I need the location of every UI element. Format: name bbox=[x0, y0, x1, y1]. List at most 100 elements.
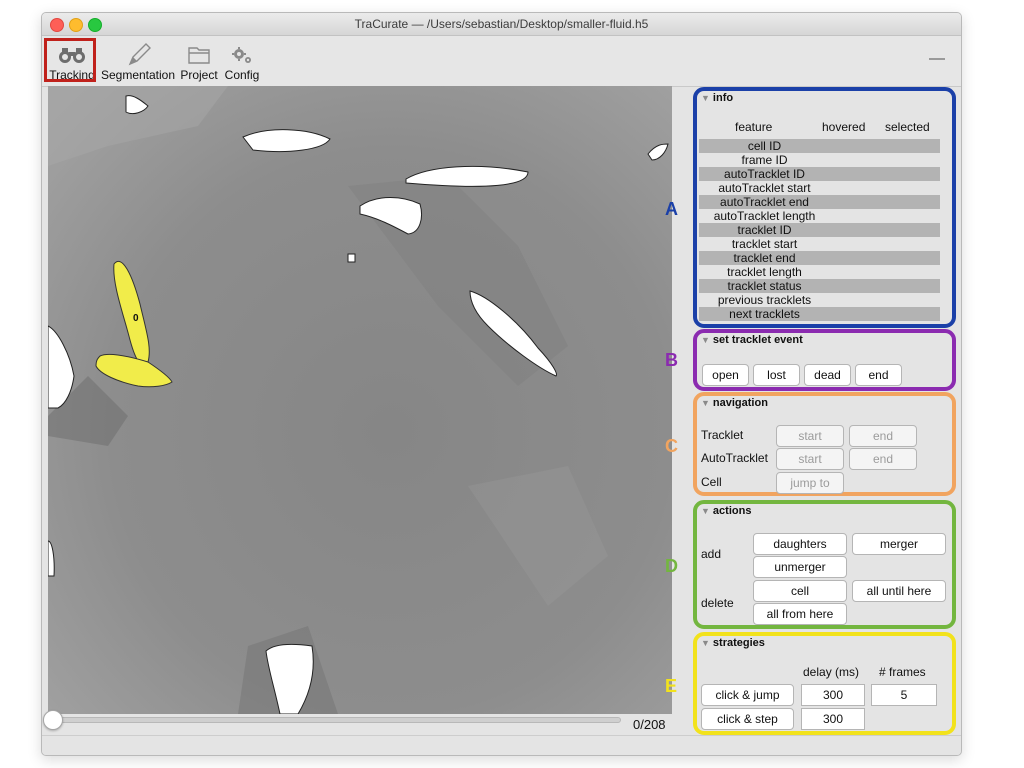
panel-letter-c: C bbox=[665, 436, 678, 456]
gears-icon bbox=[232, 47, 251, 63]
project-tab-label: Project bbox=[180, 68, 218, 82]
event-panel-title: set tracklet event bbox=[712, 334, 803, 346]
panel-letter-d: D bbox=[665, 556, 678, 576]
strategies-delay-header: delay (ms) bbox=[803, 665, 860, 679]
collapse-triangle-icon: ▼ bbox=[701, 93, 710, 103]
nav-autotracklet-start-button[interactable]: start bbox=[776, 448, 844, 470]
add-merger-button[interactable]: merger bbox=[852, 533, 946, 555]
toolbar: Tracking Segmentation Project Config bbox=[42, 36, 961, 87]
delete-all-from-here-button[interactable]: all from here bbox=[753, 603, 847, 625]
info-row: tracklet ID bbox=[699, 223, 940, 237]
config-tab-label: Config bbox=[224, 68, 260, 82]
info-row: tracklet status bbox=[699, 279, 940, 293]
collapse-triangle-icon: ▼ bbox=[701, 335, 710, 345]
info-row: autoTracklet end bbox=[699, 195, 940, 209]
info-row-label: autoTracklet start bbox=[718, 181, 811, 195]
info-row: tracklet end bbox=[699, 251, 940, 265]
frame-slider-knob[interactable] bbox=[43, 710, 63, 730]
delete-all-until-here-button[interactable]: all until here bbox=[852, 580, 946, 602]
nav-cell-jump-button[interactable]: jump to bbox=[776, 472, 844, 494]
collapse-triangle-icon: ▼ bbox=[701, 398, 710, 408]
info-panel-header[interactable]: ▼ info bbox=[701, 92, 733, 104]
image-canvas[interactable]: 0 bbox=[48, 86, 672, 714]
folder-icon bbox=[188, 47, 210, 64]
add-unmerger-button[interactable]: unmerger bbox=[753, 556, 847, 578]
strategies-panel-header[interactable]: ▼ strategies bbox=[701, 637, 765, 649]
navigation-panel-header[interactable]: ▼ navigation bbox=[701, 397, 768, 409]
frame-slider[interactable] bbox=[43, 710, 621, 730]
info-row-label: autoTracklet ID bbox=[724, 167, 805, 181]
actions-panel-header[interactable]: ▼ actions bbox=[701, 505, 751, 517]
jump-delay-input[interactable]: 300 bbox=[801, 684, 865, 706]
selected-cell-label: 0 bbox=[133, 313, 139, 324]
collapse-triangle-icon: ▼ bbox=[701, 506, 710, 516]
panel-letter-a: A bbox=[665, 199, 678, 219]
info-panel: ▼ info feature hovered selected cell ID f… bbox=[693, 87, 956, 328]
info-row-label: tracklet length bbox=[727, 265, 802, 279]
cell-outline bbox=[347, 253, 356, 263]
window-title: TraCurate — /Users/sebastian/Desktop/sma… bbox=[354, 17, 649, 31]
strategies-panel: ▼ strategies delay (ms) # frames click & … bbox=[693, 632, 956, 735]
actions-panel: ▼ actions add daughters merger unmerger d… bbox=[693, 500, 956, 629]
info-row: frame ID bbox=[699, 153, 940, 167]
info-row-label: tracklet status bbox=[727, 279, 802, 293]
delete-cell-button[interactable]: cell bbox=[753, 580, 847, 602]
strategies-panel-title: strategies bbox=[712, 637, 765, 649]
info-row-label: frame ID bbox=[741, 153, 788, 167]
project-tab[interactable]: Project bbox=[178, 38, 220, 84]
step-delay-input[interactable]: 300 bbox=[801, 708, 865, 730]
info-col-feature: feature bbox=[735, 120, 773, 134]
event-open-button[interactable]: open bbox=[702, 364, 749, 386]
nav-cell-label: Cell bbox=[701, 475, 722, 489]
info-row: tracklet length bbox=[699, 265, 940, 279]
event-lost-button[interactable]: lost bbox=[753, 364, 800, 386]
pencil-icon bbox=[128, 43, 151, 66]
info-row-label: tracklet end bbox=[733, 251, 796, 265]
nav-tracklet-end-button[interactable]: end bbox=[849, 425, 917, 447]
nav-autotracklet-label: AutoTracklet bbox=[701, 451, 768, 465]
actions-panel-title: actions bbox=[712, 505, 752, 517]
info-col-hovered: hovered bbox=[822, 120, 866, 134]
info-row: previous tracklets bbox=[699, 293, 940, 307]
microscopy-image[interactable]: 0 bbox=[48, 86, 672, 714]
actions-delete-label: delete bbox=[701, 596, 734, 610]
click-jump-button[interactable]: click & jump bbox=[701, 684, 794, 706]
navigation-panel: ▼ navigation Tracklet start end AutoTrack… bbox=[693, 392, 956, 496]
event-panel: ▼ set tracklet event open lost dead end bbox=[693, 329, 956, 391]
status-bar bbox=[42, 735, 961, 755]
selected-tab-highlight bbox=[44, 38, 96, 82]
add-daughters-button[interactable]: daughters bbox=[753, 533, 847, 555]
navigation-panel-title: navigation bbox=[712, 397, 768, 409]
actions-add-label: add bbox=[701, 547, 722, 561]
info-col-selected: selected bbox=[885, 120, 930, 134]
frame-counter: 0/208 bbox=[633, 717, 666, 732]
event-panel-header[interactable]: ▼ set tracklet event bbox=[701, 334, 803, 346]
nav-autotracklet-end-button[interactable]: end bbox=[849, 448, 917, 470]
info-row-label: cell ID bbox=[747, 139, 782, 153]
collapse-triangle-icon: ▼ bbox=[701, 638, 710, 648]
info-row-label: tracklet start bbox=[731, 237, 798, 251]
strategies-frames-header: # frames bbox=[879, 665, 926, 679]
info-row-label: autoTracklet end bbox=[720, 195, 809, 209]
segmentation-tab[interactable]: Segmentation bbox=[100, 38, 176, 84]
tracking-tab[interactable]: Tracking bbox=[44, 38, 98, 84]
info-row: cell ID bbox=[699, 139, 940, 153]
info-row: autoTracklet start bbox=[699, 181, 940, 195]
info-row-label: tracklet ID bbox=[737, 223, 792, 237]
toolbar-collapse-button[interactable] bbox=[929, 58, 945, 60]
info-row-label: next tracklets bbox=[729, 307, 800, 321]
jump-frames-input[interactable]: 5 bbox=[871, 684, 937, 706]
title-bar: TraCurate — /Users/sebastian/Desktop/sma… bbox=[42, 13, 961, 36]
config-tab[interactable]: Config bbox=[222, 38, 262, 84]
click-step-button[interactable]: click & step bbox=[701, 708, 794, 730]
nav-tracklet-label: Tracklet bbox=[701, 428, 744, 442]
panel-letter-b: B bbox=[665, 350, 678, 370]
event-dead-button[interactable]: dead bbox=[804, 364, 851, 386]
info-row-label: previous tracklets bbox=[717, 293, 812, 307]
info-row: next tracklets bbox=[699, 307, 940, 321]
event-end-button[interactable]: end bbox=[855, 364, 902, 386]
info-row: autoTracklet length bbox=[699, 209, 940, 223]
info-row-label: autoTracklet length bbox=[713, 209, 816, 223]
nav-tracklet-start-button[interactable]: start bbox=[776, 425, 844, 447]
info-row: tracklet start bbox=[699, 237, 940, 251]
